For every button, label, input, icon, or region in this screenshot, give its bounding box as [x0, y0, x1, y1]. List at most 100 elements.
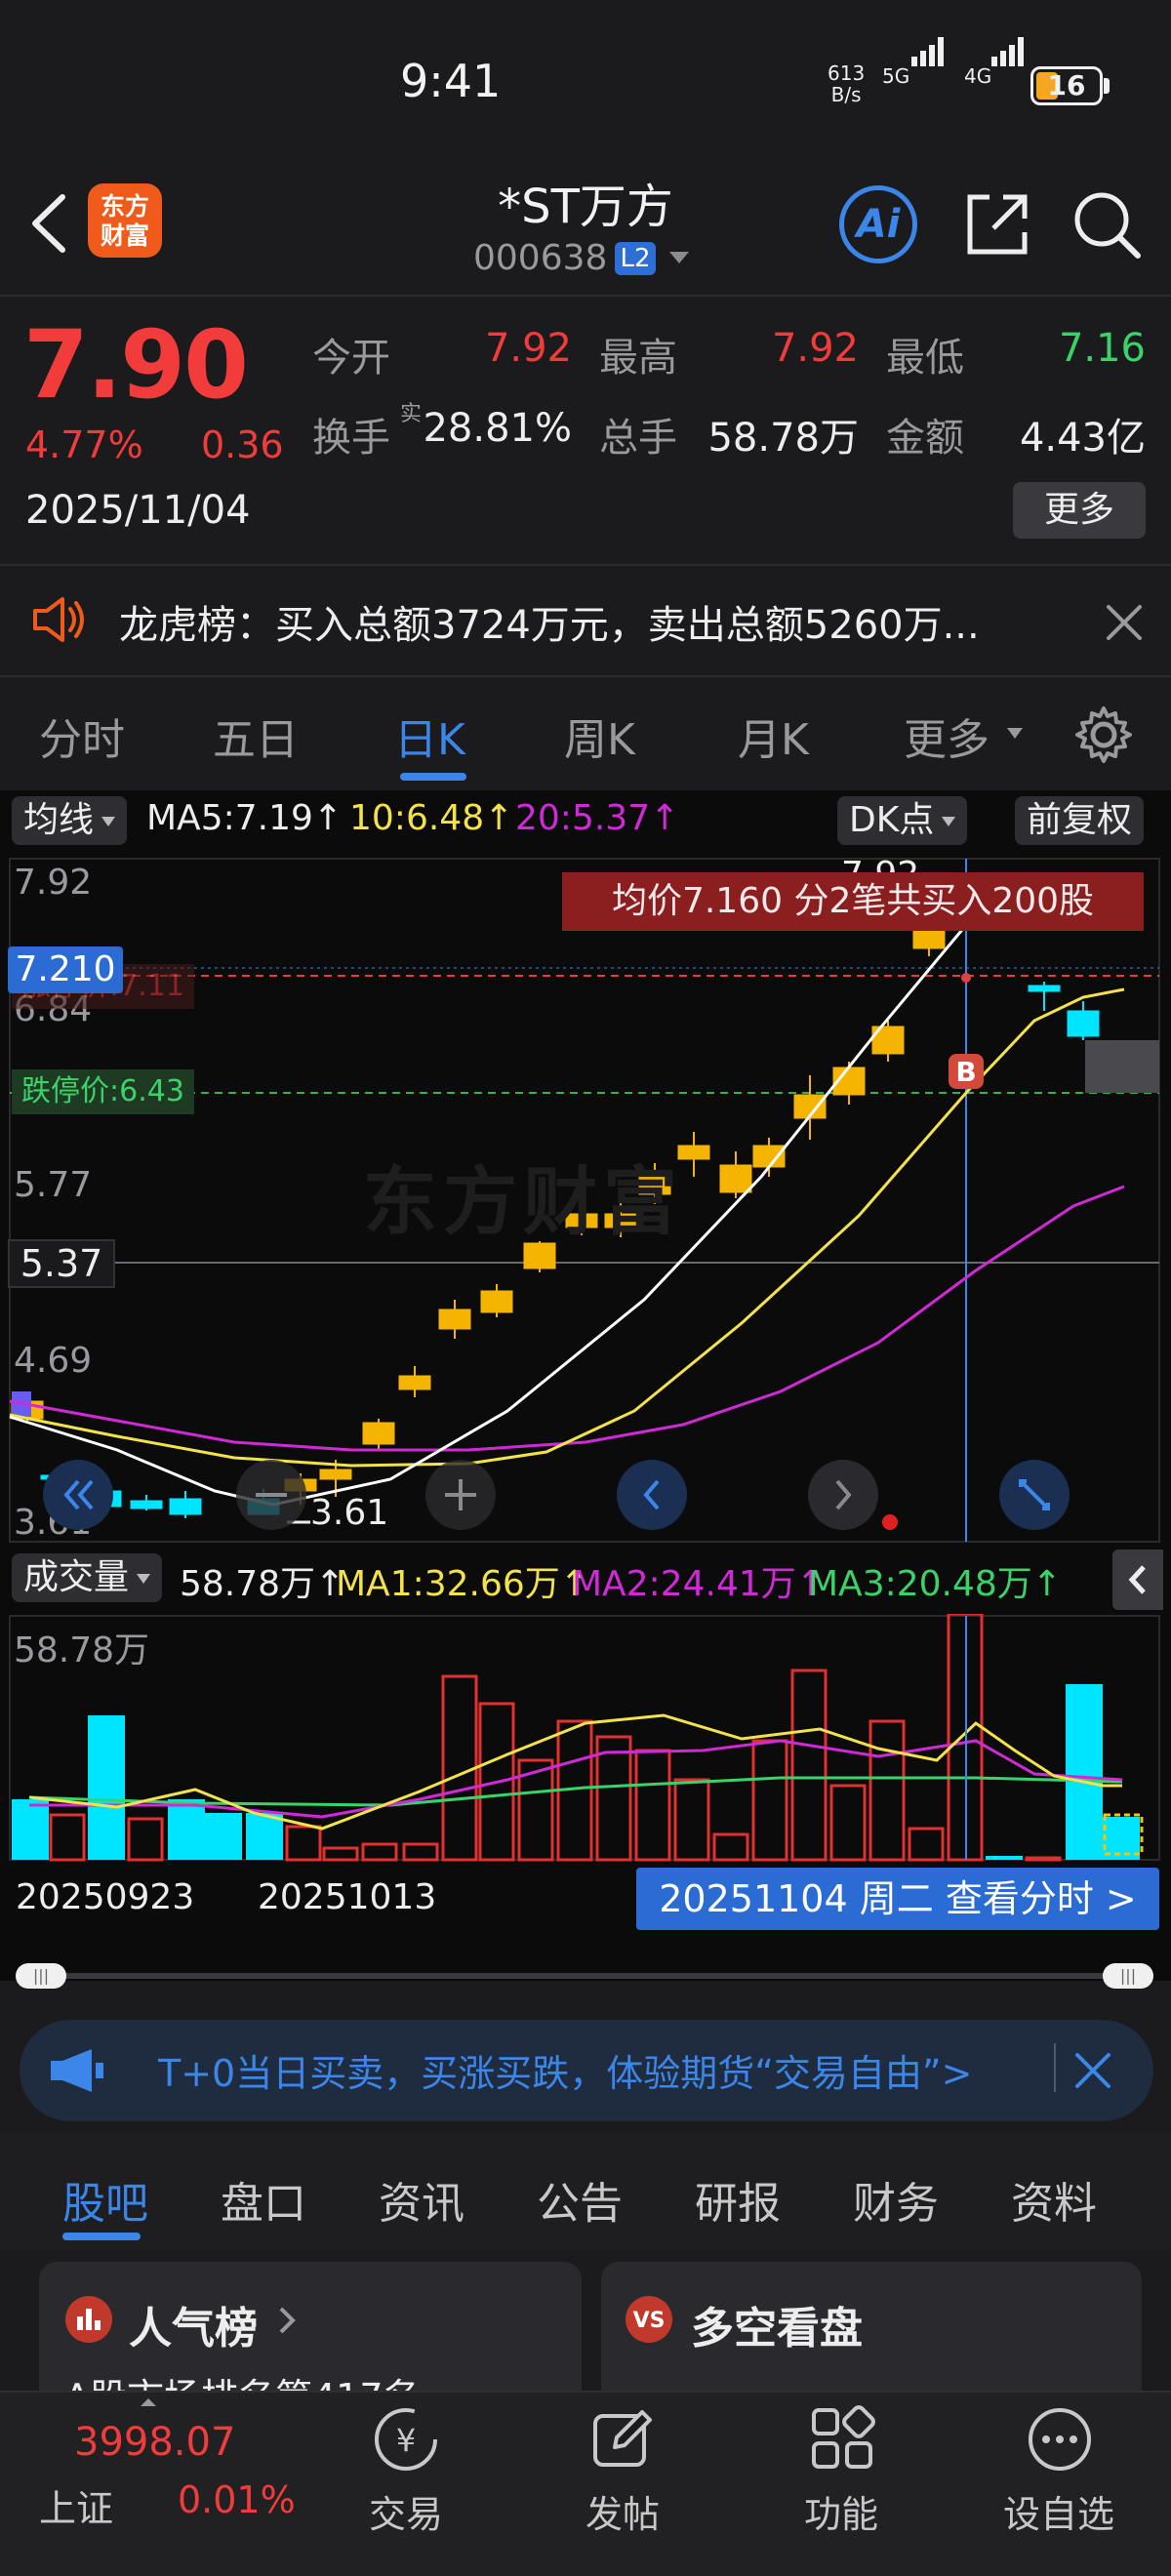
turnover-value: 28.81% [423, 406, 572, 451]
more-quote-button[interactable]: 更多 [1013, 482, 1146, 539]
tab-five-day[interactable]: 五日 [213, 704, 299, 767]
candle-body [752, 1145, 786, 1168]
grid-icon[interactable] [808, 2404, 878, 2475]
close-icon[interactable] [1071, 2049, 1114, 2092]
share-icon[interactable] [960, 187, 1034, 262]
nav-trade[interactable]: 交易 [369, 2484, 443, 2538]
chevron-right-icon[interactable] [275, 2303, 299, 2338]
chevron-up-icon[interactable] [139, 2396, 158, 2408]
tab-forum[interactable]: 股吧 [62, 2168, 148, 2231]
long-short-title[interactable]: 多空看盘 [691, 2293, 863, 2355]
open-value: 7.92 [484, 326, 572, 371]
volume-bar [402, 1842, 439, 1862]
scroll-left-fast-icon[interactable] [41, 1458, 115, 1532]
battery-icon: 16 [1030, 66, 1103, 105]
volume-chart[interactable] [0, 1614, 1171, 1864]
tab-weekly-k[interactable]: 周K [564, 704, 635, 767]
chevron-left-icon [1128, 1565, 1146, 1594]
chevron-down-icon[interactable] [669, 252, 689, 263]
collapse-panel-button[interactable] [1112, 1550, 1163, 1610]
tab-intraday[interactable]: 分时 [39, 704, 125, 767]
turnover-sup: 实 [400, 402, 423, 426]
volume-bar [829, 1784, 867, 1862]
tab-announcements[interactable]: 公告 [537, 2168, 623, 2231]
candle-body [398, 1375, 431, 1390]
volume-indicator-selector[interactable]: 成交量 [12, 1553, 163, 1602]
ma20-value: 20:5.37↑ [515, 798, 680, 838]
buy-marker-label: B [955, 1056, 976, 1088]
zoom-out-icon[interactable] [234, 1458, 308, 1532]
watermark: 东方财富 [363, 1158, 683, 1245]
index-change[interactable]: 0.01% [178, 2478, 296, 2521]
tab-research[interactable]: 研报 [695, 2168, 781, 2231]
status-bar [0, 0, 1171, 166]
volume-bar [986, 1856, 1023, 1860]
axis-price-3: 5.77 [14, 1165, 93, 1205]
dk-point-selector[interactable]: DK点 [837, 796, 968, 845]
nav-post[interactable]: 发帖 [586, 2484, 660, 2538]
speaker-icon [33, 597, 84, 642]
nav-features[interactable]: 功能 [804, 2484, 878, 2538]
scroll-right-icon[interactable] [806, 1458, 880, 1532]
tab-profile[interactable]: 资料 [1011, 2168, 1097, 2231]
chart-range-track[interactable] [39, 1973, 1112, 1979]
average-buy-banner[interactable]: 均价7.160 分2笔共买入200股 [562, 872, 1144, 931]
bottom-navigation [0, 2391, 1171, 2576]
ma-chip-label: 均线 [23, 800, 95, 840]
volume-bar [88, 1715, 125, 1860]
notice-text[interactable]: 龙虎榜：买入总额3724万元，卖出总额5260万... [119, 593, 1017, 650]
view-intraday-tip[interactable]: 20251104 周二 查看分时 > [636, 1868, 1159, 1930]
tab-more-periods[interactable]: 更多 [904, 704, 989, 767]
promo-text[interactable]: T+0当日买卖，买涨买跌，体验期货“交易自由”> [158, 2043, 1048, 2097]
right-edge-block [1085, 1040, 1159, 1093]
close-icon[interactable] [1103, 601, 1146, 644]
candle-body [438, 1308, 471, 1330]
more-circle-icon[interactable] [1025, 2404, 1095, 2475]
index-value[interactable]: 3998.07 [74, 2420, 235, 2465]
candle-body [1028, 985, 1061, 992]
range-handle-left[interactable]: ||| [16, 1963, 66, 1989]
tab-finance[interactable]: 财务 [853, 2168, 939, 2231]
index-name[interactable]: 上证 [39, 2478, 113, 2532]
red-dot-marker [882, 1514, 898, 1530]
trade-icon[interactable]: ¥ [371, 2404, 441, 2475]
promo-divider [1054, 2043, 1056, 2092]
tab-monthly-k[interactable]: 月K [738, 704, 809, 767]
scroll-left-icon[interactable] [615, 1458, 689, 1532]
chevron-down-icon[interactable] [1007, 728, 1023, 739]
ma10-value: 10:6.48↑ [349, 798, 514, 838]
candle-body [1067, 1010, 1100, 1037]
quote-date: 2025/11/04 [25, 488, 251, 533]
svg-text:¥: ¥ [396, 2422, 416, 2459]
volume-ma3: MA3:20.48万↑ [808, 1564, 1062, 1604]
stock-code[interactable]: 000638 [473, 238, 607, 278]
tab-daily-k[interactable]: 日K [394, 704, 465, 767]
turnover-label: 换手 [312, 416, 390, 461]
ma-indicator-selector[interactable]: 均线 [12, 796, 128, 845]
volume-value: 58.78万 [707, 416, 859, 461]
zoom-in-icon[interactable] [424, 1458, 498, 1532]
volume-bar [712, 1832, 749, 1862]
level2-badge[interactable]: L2 [615, 242, 656, 275]
min-price-label: 3.61 [310, 1493, 389, 1533]
volume-ma2: MA2:24.41万↑ [572, 1564, 826, 1604]
volume-bar [246, 1813, 283, 1860]
edit-icon[interactable] [587, 2404, 658, 2475]
adjust-selector[interactable]: 前复权 [1015, 796, 1145, 845]
tab-order-book[interactable]: 盘口 [221, 2168, 306, 2231]
fullscreen-icon[interactable] [997, 1458, 1071, 1532]
tab-news[interactable]: 资讯 [379, 2168, 464, 2231]
volume-ma1: MA1:32.66万↑ [336, 1564, 589, 1604]
nav-add-watchlist[interactable]: 设自选 [1003, 2484, 1114, 2538]
popularity-title[interactable]: 人气榜 [129, 2293, 258, 2355]
range-handle-right[interactable]: ||| [1103, 1963, 1153, 1989]
ma5-value: MA5:7.19↑ [146, 798, 343, 838]
network-speed: 613 B/s [828, 62, 865, 105]
current-price: 7.90 [23, 310, 249, 420]
volume-bar [441, 1674, 478, 1862]
battery-level: 16 [1047, 69, 1086, 101]
gear-icon[interactable] [1073, 704, 1134, 765]
search-icon[interactable] [1070, 187, 1144, 262]
volume-bar [127, 1817, 164, 1862]
ai-assistant-button[interactable]: Ai [839, 185, 917, 263]
